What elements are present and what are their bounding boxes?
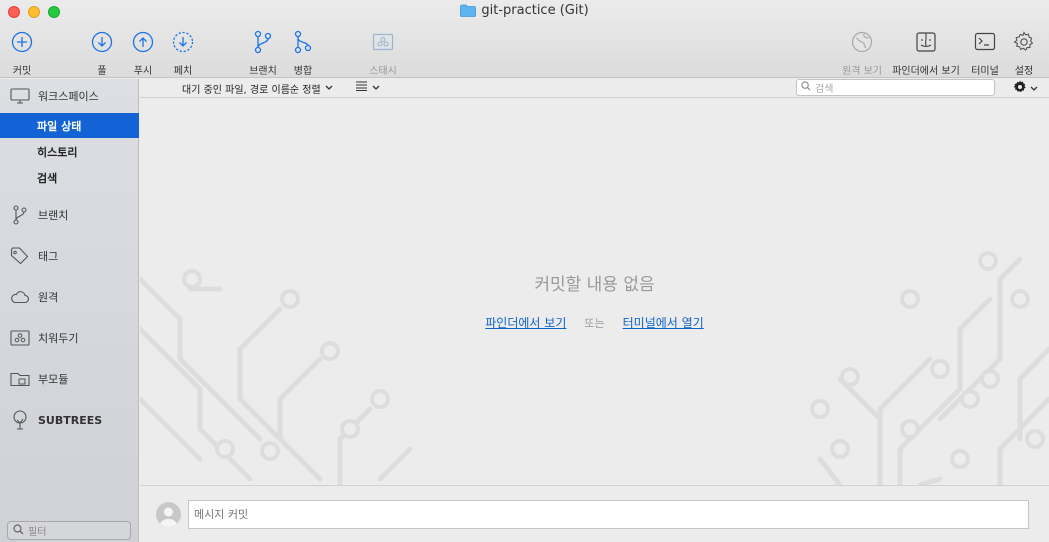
file-sort-dropdown[interactable]: 대기 중인 파일, 경로 이름순 정렬: [182, 81, 333, 96]
push-label: 푸시: [133, 66, 153, 77]
remote-view-button[interactable]: 원격 보기: [832, 30, 892, 77]
merge-label: 병합: [293, 66, 313, 77]
file-search-placeholder: 검색: [815, 84, 834, 95]
fetch-button[interactable]: 페치: [153, 30, 213, 77]
fetch-icon: [171, 30, 195, 54]
arrow-down-circle-icon: [90, 30, 114, 54]
sidebar-branches-header[interactable]: 브랜치: [0, 202, 139, 228]
globe-icon: [850, 30, 874, 54]
gear-icon: [1012, 30, 1036, 54]
file-sort-label: 대기 중인 파일, 경로 이름순 정렬: [182, 85, 321, 96]
sidebar-filter-placeholder: 필터: [28, 527, 47, 538]
empty-state-title: 커밋할 내용 없음: [534, 275, 655, 295]
search-icon: [13, 523, 24, 538]
stash-button[interactable]: 스태시: [353, 30, 413, 77]
open-in-terminal-link[interactable]: 터미널에서 열기: [623, 314, 704, 331]
chevron-down-icon: [1030, 82, 1038, 95]
sidebar: 워크스페이스 파일 상태 히스토리 검색 브랜치 태그 원격 치워두기 부모듈 …: [0, 79, 139, 542]
sidebar-item-label: 검색: [37, 171, 58, 185]
stash-label: 스태시: [369, 66, 397, 77]
toolbar: git-practice (Git) 커밋 풀 푸시 페치 브랜치 병합 스태시…: [0, 0, 1049, 78]
merge-icon: [291, 30, 315, 54]
sidebar-item-file-status[interactable]: 파일 상태: [0, 113, 139, 138]
open-in-finder-link[interactable]: 파인더에서 보기: [485, 314, 566, 331]
finder-view-button[interactable]: 파인더에서 보기: [892, 30, 960, 77]
main-panel: 대기 중인 파일, 경로 이름순 정렬 검색 커밋할 내용 없음 파인더에서 보…: [140, 79, 1049, 542]
file-search-input[interactable]: 검색: [796, 79, 995, 96]
sidebar-remotes-header[interactable]: 원격: [0, 284, 139, 310]
view-mode-dropdown[interactable]: [356, 81, 380, 94]
or-separator: 또는: [584, 316, 605, 330]
sidebar-tags-header[interactable]: 태그: [0, 243, 139, 269]
commit-button[interactable]: 커밋: [0, 30, 52, 77]
finder-view-label: 파인더에서 보기: [892, 66, 960, 77]
plus-circle-icon: [10, 30, 34, 54]
arrow-up-circle-icon: [131, 30, 155, 54]
sidebar-subtrees-header[interactable]: SUBTREES: [0, 407, 139, 433]
finder-icon: [914, 30, 938, 54]
tree-icon: [10, 410, 30, 430]
chevron-down-icon: [372, 81, 380, 94]
window-title-text: git-practice (Git): [481, 3, 589, 18]
file-status-bar: 대기 중인 파일, 경로 이름순 정렬 검색: [140, 79, 1049, 98]
sidebar-branches-label: 브랜치: [38, 209, 69, 222]
pull-label: 풀: [97, 66, 107, 77]
sidebar-filter-field[interactable]: 필터: [7, 521, 131, 540]
commit-message-bar: [140, 485, 1049, 542]
settings-label: 설정: [1014, 66, 1034, 77]
sidebar-remotes-label: 원격: [38, 291, 59, 304]
empty-state-area: 커밋할 내용 없음 파인더에서 보기 또는 터미널에서 열기: [140, 99, 1049, 485]
gear-icon: [1013, 80, 1027, 97]
sidebar-stashes-label: 치워두기: [38, 332, 79, 345]
window-title: git-practice (Git): [0, 3, 1049, 18]
sidebar-stashes-header[interactable]: 치워두기: [0, 325, 139, 351]
sidebar-workspace-header[interactable]: 워크스페이스: [0, 83, 139, 109]
commit-message-input[interactable]: [188, 500, 1029, 529]
sidebar-item-label: 히스토리: [37, 145, 78, 159]
search-icon: [801, 81, 811, 94]
sidebar-item-search[interactable]: 검색: [0, 165, 139, 190]
list-icon: [356, 81, 367, 94]
fetch-label: 페치: [173, 66, 193, 77]
remote-view-label: 원격 보기: [842, 66, 882, 77]
sidebar-workspace-label: 워크스페이스: [38, 90, 99, 103]
chevron-down-icon: [325, 83, 333, 94]
stash-icon: [371, 30, 395, 54]
file-options-dropdown[interactable]: [1013, 80, 1038, 97]
branch-icon: [10, 205, 30, 225]
sidebar-submodules-header[interactable]: 부모듈: [0, 366, 139, 392]
empty-state-links: 파인더에서 보기 또는 터미널에서 열기: [140, 314, 1049, 331]
sidebar-submodules-label: 부모듈: [38, 373, 69, 386]
sidebar-item-history[interactable]: 히스토리: [0, 139, 139, 164]
sidebar-tags-label: 태그: [38, 250, 59, 263]
settings-button[interactable]: 설정: [994, 30, 1049, 77]
tag-icon: [10, 247, 30, 265]
folder-icon: [460, 4, 477, 17]
cloud-icon: [10, 288, 30, 306]
commit-label: 커밋: [12, 66, 32, 77]
avatar: [156, 502, 181, 527]
sidebar-item-label: 파일 상태: [37, 119, 82, 133]
branch-icon: [251, 30, 275, 54]
merge-button[interactable]: 병합: [273, 30, 333, 77]
sidebar-subtrees-label: SUBTREES: [38, 413, 103, 427]
submodule-folder-icon: [10, 370, 30, 388]
stash-icon: [10, 329, 30, 347]
monitor-icon: [10, 87, 30, 105]
